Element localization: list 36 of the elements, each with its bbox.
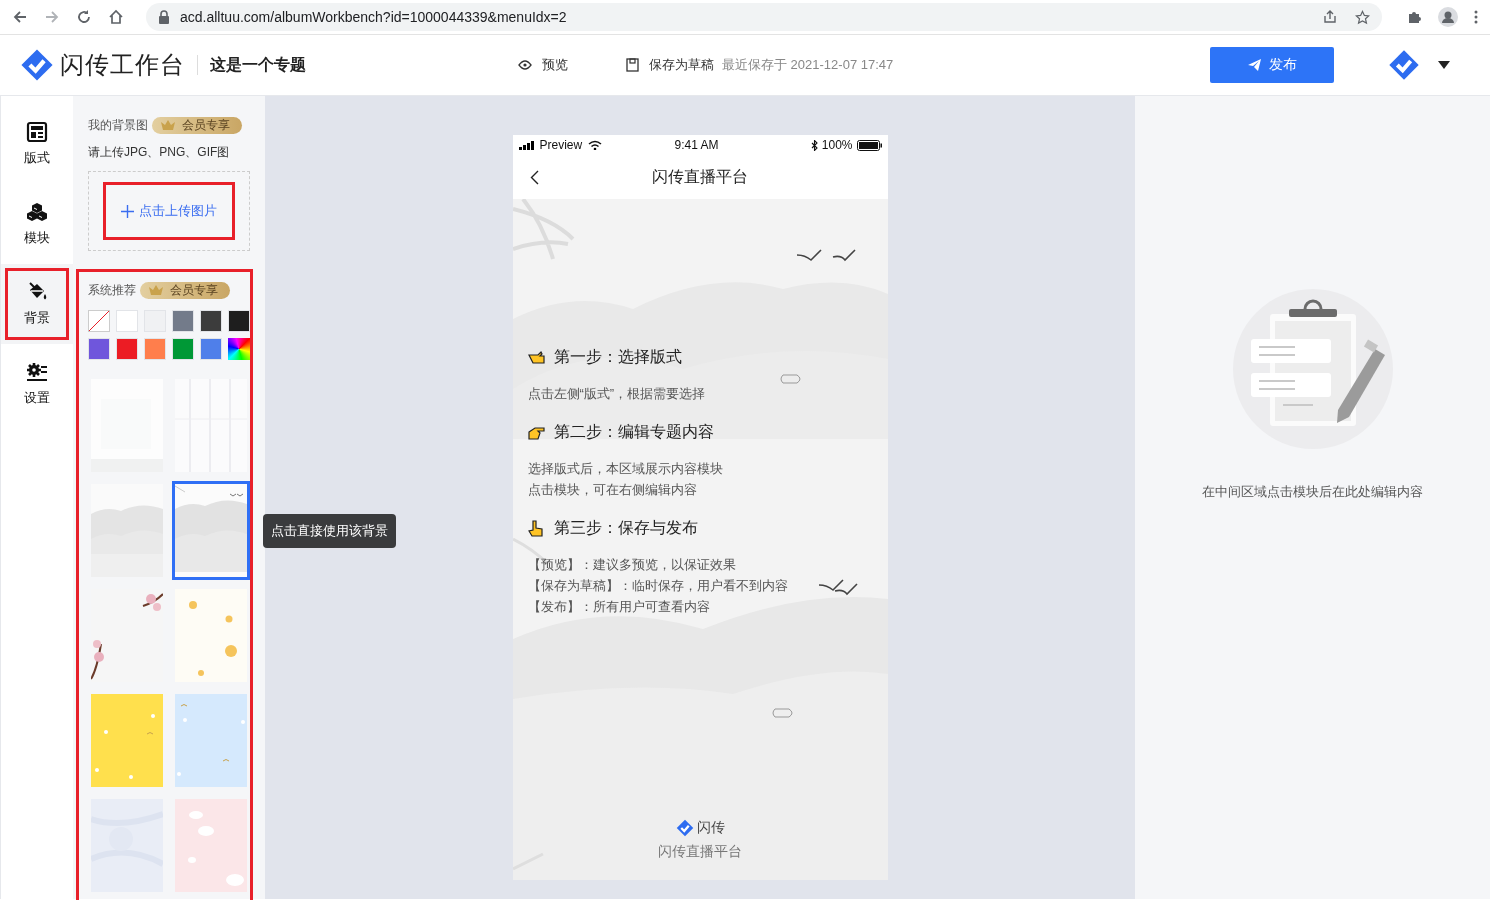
brand-name: 闪传 [696, 819, 725, 837]
status-time: 9:41 AM [673, 138, 720, 152]
upload-hint: 请上传JPG、PNG、GIF图 [88, 144, 231, 161]
preview-button[interactable]: 预览 [518, 56, 568, 74]
last-saved-text: 最近保存于 2021-12-07 17:47 [722, 56, 894, 74]
battery-text: 100% [821, 138, 853, 152]
member-badge: 会员专享 [152, 116, 242, 134]
step-title: 第二步：编辑专题内容 [553, 421, 714, 442]
upload-area[interactable]: 点击上传图片 [88, 171, 250, 251]
step-text: 选择版式后，本区域展示内容模块 [527, 460, 724, 478]
step-title: 第一步：选择版式 [553, 346, 682, 367]
upload-button[interactable]: 点击上传图片 [103, 182, 235, 240]
project-title: 这是一个专题 [210, 54, 306, 75]
nav-item[interactable]: 背景 [1, 264, 73, 344]
step-text: 点击模块，可在右侧编辑内容 [527, 481, 698, 499]
nav-item[interactable]: 设置 [1, 344, 73, 424]
empty-state-text: 在中间区域点击模块后在此处编辑内容 [1202, 483, 1423, 501]
step-title: 第三步：保存与发布 [553, 517, 698, 538]
section-title: 我的背景图 [88, 116, 148, 134]
step-text: 【保存为草稿】：临时保存，用户看不到内容 [527, 577, 789, 595]
app-name: 闪传工作台 [60, 50, 185, 80]
url-text: acd.alltuu.com/albumWorkbench?id=1000044339&menuIdx=2 [180, 9, 567, 25]
address-bar[interactable]: acd.alltuu.com/albumWorkbench?id=1000044339&menuIdx=2 [146, 3, 1382, 31]
section-title: 系统推荐 [88, 281, 136, 299]
save-draft-button[interactable]: 保存为草稿 [626, 56, 714, 74]
step-text: 点击左侧“版式”，根据需要选择 [527, 385, 707, 403]
member-badge: 会员专享 [140, 281, 230, 299]
footer-text: 闪传直播平台 [658, 843, 742, 861]
nav-item[interactable]: 模块 [1, 184, 73, 264]
carrier-text: Preview [539, 138, 583, 152]
step-text: 【发布】：所有用户可查看内容 [527, 598, 711, 616]
tooltip: 点击直接使用该背景 [263, 514, 396, 548]
step-text: 【预览】：建议多预览，以保证效果 [527, 556, 737, 574]
nav-item[interactable]: 版式 [1, 104, 73, 184]
publish-button[interactable]: 发布 [1210, 47, 1334, 83]
page-title: 闪传直播平台 [652, 166, 748, 187]
